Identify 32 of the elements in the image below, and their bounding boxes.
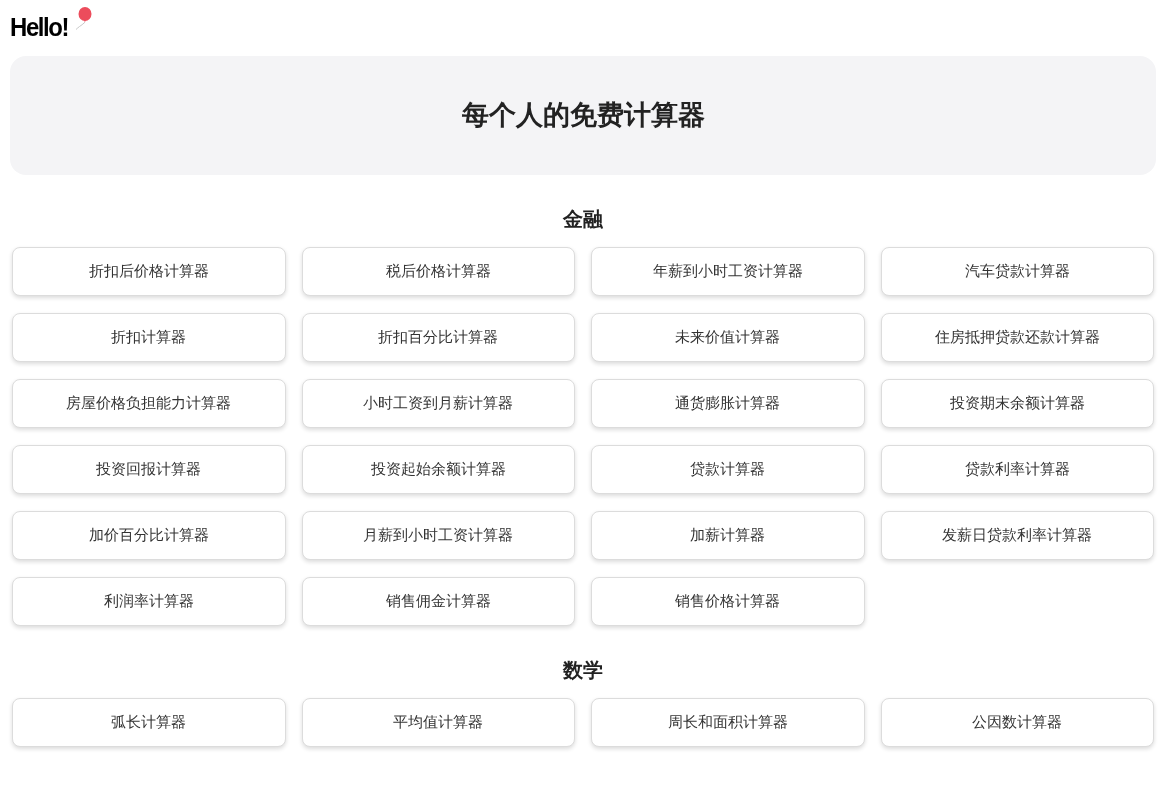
calculator-link[interactable]: 税后价格计算器: [301, 247, 575, 296]
section-heading: 金融: [563, 207, 603, 231]
section-heading: 数学: [563, 658, 603, 682]
balloon-icon: [75, 7, 94, 31]
calculator-link[interactable]: 折扣计算器: [12, 313, 286, 362]
calculator-link[interactable]: 加价百分比计算器: [12, 511, 286, 560]
calculator-link[interactable]: 加薪计算器: [591, 511, 865, 560]
calculator-link[interactable]: 月薪到小时工资计算器: [301, 511, 575, 560]
calculator-link[interactable]: 折扣百分比计算器: [301, 313, 575, 362]
calculator-link[interactable]: 周长和面积计算器: [591, 698, 865, 747]
logo-text[interactable]: Hello!: [10, 14, 69, 40]
calculator-link[interactable]: 通货膨胀计算器: [591, 379, 865, 428]
calculator-link[interactable]: 销售佣金计算器: [301, 577, 575, 626]
calculator-link[interactable]: 投资期末余额计算器: [880, 379, 1154, 428]
calculator-link[interactable]: 房屋价格负担能力计算器: [12, 379, 286, 428]
calculator-link[interactable]: 小时工资到月薪计算器: [301, 379, 575, 428]
calculator-link[interactable]: 平均值计算器: [301, 698, 575, 747]
page-title: 每个人的免费计算器: [461, 99, 705, 132]
calculator-link[interactable]: 投资回报计算器: [12, 445, 286, 494]
calculator-link[interactable]: 折扣后价格计算器: [12, 247, 286, 296]
calculator-link[interactable]: 利润率计算器: [12, 577, 286, 626]
calculator-link[interactable]: 年薪到小时工资计算器: [591, 247, 865, 296]
calculator-link[interactable]: 贷款利率计算器: [880, 445, 1154, 494]
calculator-link[interactable]: 汽车贷款计算器: [880, 247, 1154, 296]
calculator-link[interactable]: 投资起始余额计算器: [301, 445, 575, 494]
calculator-link[interactable]: 发薪日贷款利率计算器: [880, 511, 1154, 560]
calculator-link[interactable]: 贷款计算器: [591, 445, 865, 494]
calculator-link[interactable]: 未来价值计算器: [591, 313, 865, 362]
calculator-link[interactable]: 弧长计算器: [12, 698, 286, 747]
calculator-link[interactable]: 公因数计算器: [880, 698, 1154, 747]
calculator-link[interactable]: 销售价格计算器: [591, 577, 865, 626]
calculator-link[interactable]: 住房抵押贷款还款计算器: [880, 313, 1154, 362]
